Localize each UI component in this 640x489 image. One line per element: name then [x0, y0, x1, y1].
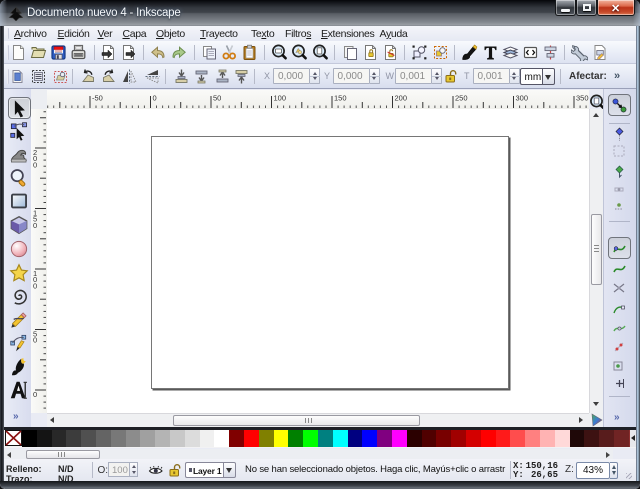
svg-text:0: 0: [33, 221, 37, 230]
svg-text:-50: -50: [92, 94, 103, 103]
svg-text:0: 0: [33, 390, 37, 399]
svg-text:100: 100: [274, 94, 287, 103]
svg-text:300: 300: [516, 94, 529, 103]
svg-text:0: 0: [33, 281, 37, 290]
svg-text:150: 150: [334, 94, 347, 103]
svg-text:50: 50: [213, 94, 221, 103]
svg-text:0: 0: [33, 160, 37, 169]
svg-text:0: 0: [153, 94, 157, 103]
svg-text:0: 0: [33, 336, 37, 345]
svg-text:200: 200: [395, 94, 408, 103]
svg-text:250: 250: [455, 94, 468, 103]
svg-text:350: 350: [576, 94, 589, 103]
